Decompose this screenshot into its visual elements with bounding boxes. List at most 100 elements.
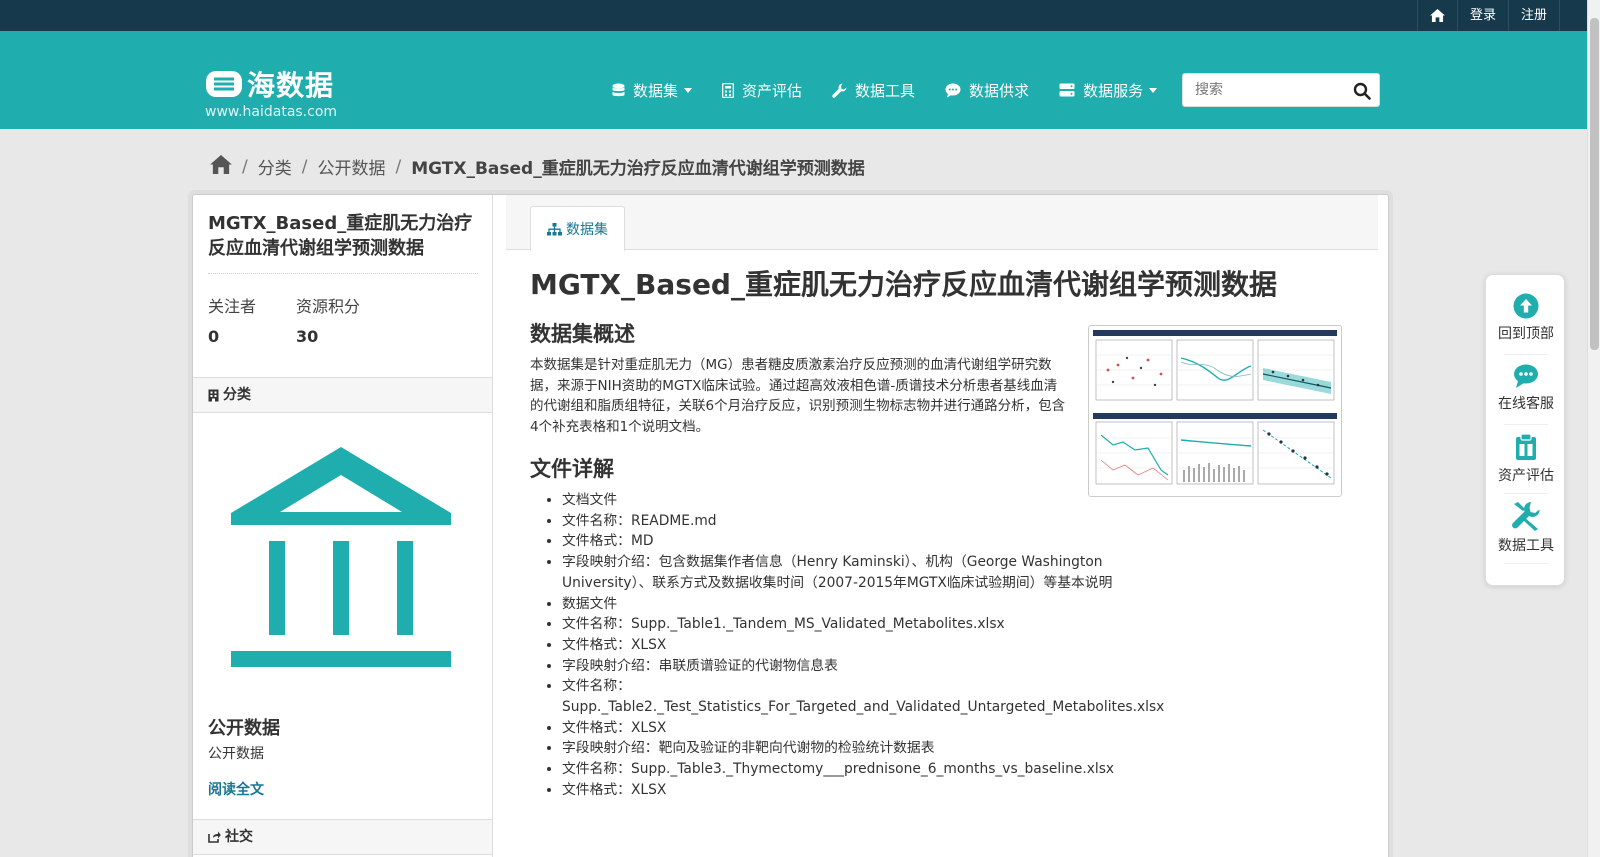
nav-item-label: 数据服务 — [1083, 81, 1144, 100]
followers-stat: 关注者 0 — [208, 293, 256, 346]
divider — [208, 273, 478, 274]
server-icon — [1059, 83, 1075, 97]
list-item: 文件名称：README.md — [562, 511, 1122, 532]
share-icon — [208, 831, 221, 843]
nav-item-label: 资产评估 — [742, 81, 803, 100]
organization-description: 公开数据 — [208, 746, 264, 762]
account-links: 登录 注册 — [1416, 0, 1560, 31]
nav-item-data-services[interactable]: 数据服务 — [1059, 76, 1158, 104]
nav-item-asset-eval[interactable]: 资产评估 — [722, 76, 802, 104]
content-title: MGTX_Based_重症肌无力治疗反应血清代谢组学预测数据 — [530, 268, 1277, 301]
chart-grid-thumbnail — [1093, 330, 1337, 492]
brand-logo[interactable]: 海数据 — [205, 64, 334, 104]
followers-value: 0 — [208, 327, 220, 346]
divider — [1504, 354, 1548, 355]
points-stat: 资源积分 30 — [296, 293, 360, 346]
list-item: 文档文件 — [562, 490, 1122, 511]
back-to-top-button[interactable]: 回到顶部 — [1494, 293, 1558, 343]
breadcrumb-separator: / — [301, 156, 308, 177]
main-nav: 数据集 资产评估 数据工具 数据供求 数据服务 — [612, 76, 1187, 104]
list-item: 字段映射介绍：串联质谱验证的代谢物信息表 — [562, 656, 1122, 677]
online-service-label: 在线客服 — [1498, 396, 1554, 412]
search-icon[interactable] — [1353, 82, 1371, 100]
data-tools-button[interactable]: 数据工具 — [1494, 501, 1558, 555]
asset-eval-label: 资产评估 — [1498, 468, 1554, 484]
read-more-link[interactable]: 阅读全文 — [208, 779, 264, 799]
breadcrumb-section[interactable]: 公开数据 — [317, 154, 385, 179]
organization-name: 公开数据 — [208, 718, 280, 739]
wrench-icon — [832, 83, 847, 98]
clipboard-icon — [1516, 433, 1536, 460]
divider — [1504, 563, 1548, 564]
dataset-title: MGTX_Based_重症肌无力治疗反应血清代谢组学预测数据 — [208, 213, 473, 259]
sidebar: MGTX_Based_重症肌无力治疗反应血清代谢组学预测数据 关注者 0 资源积… — [193, 195, 493, 857]
asset-eval-button[interactable]: 资产评估 — [1494, 433, 1558, 485]
overview-text: 本数据集是针对重症肌无力（MG）患者糖皮质激素治疗反应预测的血清代谢组学研究数据… — [530, 357, 1066, 435]
breadcrumb-separator: / — [242, 156, 248, 177]
list-item: 字段映射介绍：靶向及验证的非靶向代谢物的检验统计数据表 — [562, 738, 1122, 759]
list-item: 文件格式：XLSX — [562, 635, 1122, 656]
brand-url: www.haidatas.com — [205, 104, 338, 120]
login-link[interactable]: 登录 — [1456, 0, 1508, 31]
tab-dataset-label: 数据集 — [566, 222, 608, 238]
social-heading: 社交 — [193, 819, 492, 855]
list-item: 文件格式：MD — [562, 531, 1122, 552]
home-link[interactable] — [1416, 0, 1457, 31]
brand-name: 海数据 — [247, 69, 335, 102]
institution-icon[interactable] — [229, 447, 453, 671]
list-item: 文件名称：Supp._Table3._Thymectomy___predniso… — [562, 759, 1122, 780]
database-icon — [612, 83, 625, 96]
data-tools-label: 数据工具 — [1498, 538, 1554, 554]
page-scrollbar[interactable] — [1587, 0, 1600, 857]
main-wrapper: MGTX_Based_重症肌无力治疗反应血清代谢组学预测数据 关注者 0 资源积… — [192, 194, 1389, 857]
list-item: 字段映射介绍：包含数据集作者信息（Henry Kaminski）、机构（Geor… — [562, 552, 1122, 593]
search-box — [1182, 73, 1380, 107]
list-item: 文件名称：Supp._Table2._Test_Statistics_For_T… — [562, 676, 1164, 717]
online-service-button[interactable]: 在线客服 — [1494, 363, 1558, 413]
social-heading-label: 社交 — [225, 828, 253, 845]
divider — [1504, 493, 1548, 494]
files-list: 文档文件 文件名称：README.md 文件格式：MD 字段映射介绍：包含数据集… — [530, 490, 1360, 801]
points-value: 30 — [296, 327, 319, 346]
list-item: 文件格式：XLSX — [562, 780, 1122, 801]
points-label: 资源积分 — [296, 297, 361, 316]
calculator-icon — [722, 82, 735, 98]
search-input[interactable] — [1183, 74, 1343, 106]
nav-item-datasets[interactable]: 数据集 — [612, 76, 693, 104]
breadcrumb-category[interactable]: 分类 — [258, 154, 292, 179]
tab-dataset[interactable]: 数据集 — [530, 206, 625, 251]
dataset-content: MGTX_Based_重症肌无力治疗反应血清代谢组学预测数据 数据集概述 本数据… — [530, 267, 1360, 801]
nav-item-label: 数据供求 — [969, 81, 1030, 100]
nav-item-label: 数据集 — [633, 81, 679, 100]
divider — [1504, 424, 1548, 425]
comment-icon — [945, 83, 961, 97]
sitemap-icon — [547, 222, 562, 235]
tools-icon — [1512, 502, 1540, 531]
list-item: 数据文件 — [562, 594, 1122, 615]
back-to-top-label: 回到顶部 — [1498, 326, 1554, 342]
dataset-preview-image[interactable] — [1088, 325, 1342, 497]
category-heading: 分类 — [193, 377, 492, 413]
list-item: 文件名称：Supp._Table1._Tandem_MS_Validated_M… — [562, 614, 1162, 635]
floating-tools: 回到顶部 在线客服 资产评估 数据工具 — [1485, 274, 1565, 586]
chevron-down-icon — [1149, 87, 1158, 93]
nav-item-supply-demand[interactable]: 数据供求 — [945, 76, 1029, 104]
nav-item-label: 数据工具 — [855, 81, 916, 100]
nav-item-data-tools[interactable]: 数据工具 — [832, 76, 915, 104]
tabs-bar: 数据集 — [506, 195, 1378, 251]
breadcrumb-separator: / — [395, 156, 402, 177]
breadcrumb-current[interactable]: MGTX_Based_重症肌无力治疗反应血清代谢组学预测数据 — [411, 154, 865, 179]
home-icon — [210, 154, 232, 174]
followers-label: 关注者 — [208, 297, 257, 316]
building-icon — [208, 389, 219, 401]
scrollbar-thumb[interactable] — [1590, 18, 1599, 350]
arrow-up-circle-icon — [1513, 293, 1539, 319]
chat-bubble-icon — [1514, 364, 1538, 388]
list-item: 文件格式：XLSX — [562, 718, 1122, 739]
category-heading-label: 分类 — [223, 386, 251, 403]
breadcrumb-home[interactable] — [210, 154, 232, 179]
home-icon — [1430, 9, 1445, 22]
top-account-bar: 登录 注册 — [0, 0, 1600, 31]
register-link[interactable]: 注册 — [1507, 0, 1560, 31]
chevron-down-icon — [684, 87, 693, 93]
